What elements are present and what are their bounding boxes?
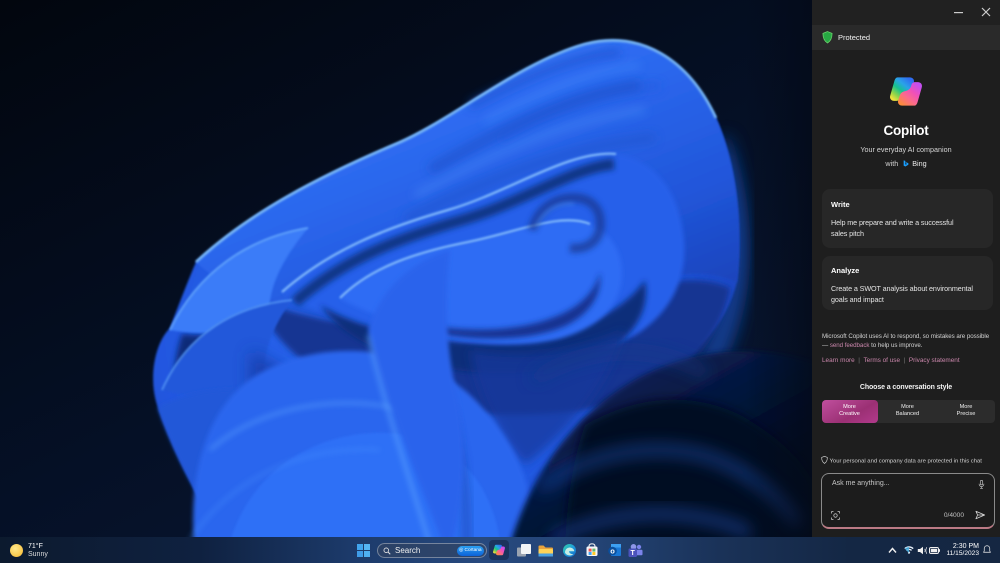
svg-text:o: o — [610, 547, 615, 556]
svg-text:T: T — [631, 550, 636, 557]
